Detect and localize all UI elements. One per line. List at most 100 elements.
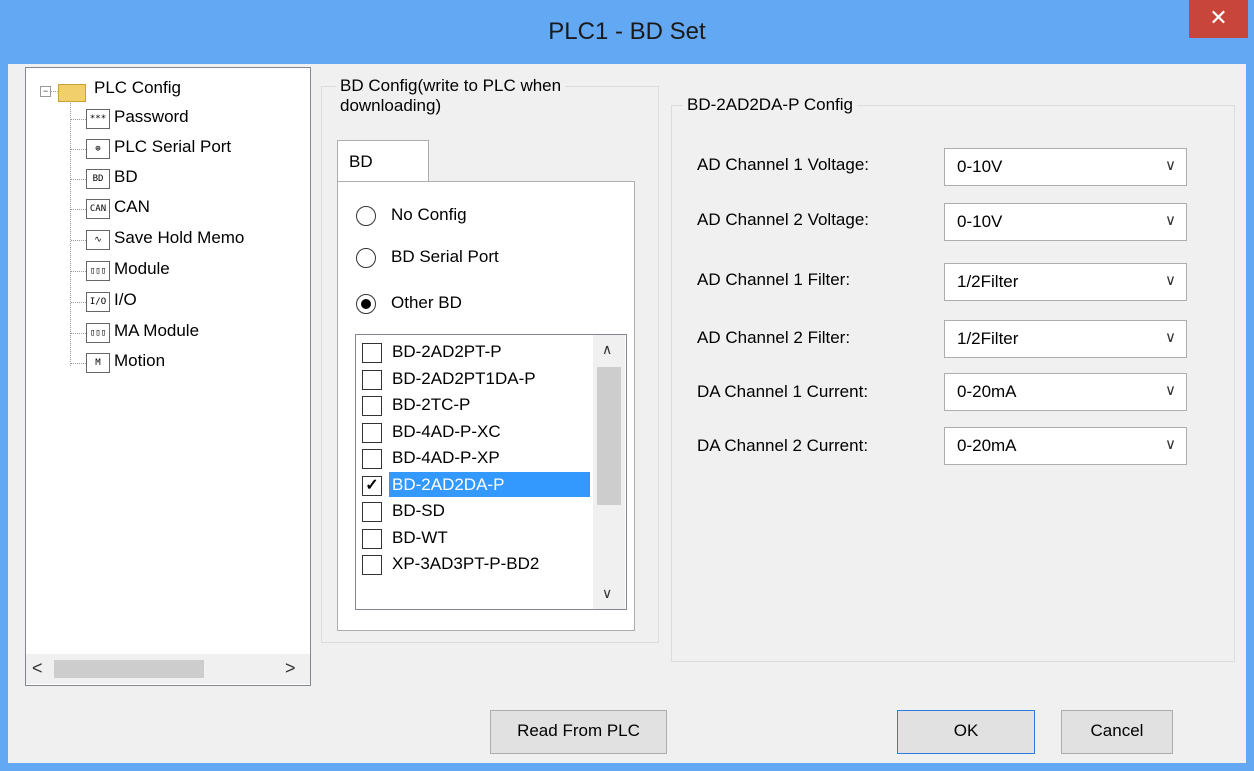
scrollbar-thumb[interactable] [597,367,621,505]
scroll-right-icon[interactable]: > [285,658,296,679]
tree-item[interactable]: ∿ Save Hold Memo [71,225,316,255]
checklist-item[interactable]: BD-2AD2PT-P [359,338,587,365]
close-button[interactable]: ✕ [1189,0,1248,38]
device-config-group-title: BD-2AD2DA-P Config [683,95,857,115]
scroll-up-icon[interactable]: ∧ [602,341,612,358]
tree-connector [70,98,71,366]
save-hold-memo-icon: ∿ [86,230,110,250]
checkbox[interactable] [362,343,382,363]
config-dropdown[interactable]: 0-10V ∨ [944,148,1187,186]
radio-button[interactable] [356,206,376,226]
radio-label: No Config [391,205,467,224]
chevron-down-icon[interactable]: ∨ [1165,156,1176,174]
tree-item-label: Password [114,107,189,126]
bd-type-checklist[interactable]: BD-2AD2PT-P BD-2AD2PT1DA-P BD-2TC-P BD-4AD-… [355,334,627,610]
checklist-item[interactable]: BD-2TC-P [359,391,587,418]
tree-item-label: Save Hold Memo [114,228,245,247]
dropdown-value: 0-20mA [957,382,1017,401]
checkbox[interactable] [362,422,382,443]
tree-item[interactable]: *** Password [71,104,316,134]
config-label: DA Channel 2 Current: [697,436,869,455]
window-border-left [0,64,8,771]
scrollbar-thumb[interactable] [54,660,204,678]
checkbox[interactable] [362,396,382,416]
checklist-item-label: BD-2AD2PT1DA-P [392,368,536,388]
checkbox[interactable] [362,369,382,390]
radio-selected-dot [361,299,371,309]
dropdown-value: 1/2Filter [957,329,1019,348]
checklist-item-label: BD-SD [392,501,445,520]
tree-item-label: BD [114,167,138,186]
checklist-item-label: BD-2AD2PT-P [392,342,502,361]
cancel-button[interactable]: Cancel [1061,710,1173,754]
checklist-item[interactable]: BD-4AD-P-XP [359,444,587,471]
config-label: AD Channel 2 Voltage: [697,210,870,229]
scroll-left-icon[interactable]: < [32,658,43,679]
tree-item-label: Motion [114,351,166,370]
ma-module-icon: ▯▯▯ [86,323,110,343]
checklist-item-label: BD-4AD-P-XP [392,448,500,467]
config-tree[interactable]: − PLC Config *** Password ⊕ PLC Serial Port… [25,67,311,686]
chevron-down-icon[interactable]: ∨ [1165,381,1176,399]
checklist-item[interactable]: BD-WT [359,524,587,551]
can-icon: CAN [86,199,110,219]
radio-label: BD Serial Port [391,247,499,266]
checkbox[interactable] [362,528,382,549]
tree-item[interactable]: BD BD [71,164,316,194]
chevron-down-icon[interactable]: ∨ [1165,435,1176,453]
config-dropdown[interactable]: 1/2Filter ∨ [944,320,1187,358]
dropdown-value: 0-20mA [957,436,1017,455]
chevron-down-icon[interactable]: ∨ [1165,271,1176,289]
tree-root-plc-config[interactable]: − PLC Config [40,78,300,104]
config-label: AD Channel 2 Filter: [697,328,851,347]
tree-item[interactable]: CAN CAN [71,194,316,224]
config-dropdown[interactable]: 0-10V ∨ [944,203,1187,241]
config-dropdown[interactable]: 1/2Filter ∨ [944,263,1187,301]
io-icon: I/O [86,292,110,312]
checkbox[interactable]: ✓ [362,475,382,496]
scroll-down-icon[interactable]: ∨ [602,585,612,602]
read-from-plc-button[interactable]: Read From PLC [490,710,667,754]
checklist-item-label: BD-2AD2DA-P [389,471,590,497]
config-dropdown[interactable]: 0-20mA ∨ [944,373,1187,411]
chevron-down-icon[interactable]: ∨ [1165,211,1176,229]
radio-button[interactable] [356,294,376,314]
config-label: DA Channel 1 Current: [697,382,869,401]
module-icon: ▯▯▯ [86,261,110,281]
checklist-item[interactable]: BD-SD [359,497,587,524]
checklist-item[interactable]: BD-4AD-P-XC [359,418,587,445]
password-icon: *** [86,109,110,129]
checklist-item[interactable]: XP-3AD3PT-P-BD2 [359,550,587,577]
config-label: AD Channel 1 Voltage: [697,155,870,174]
checklist-item[interactable]: BD-2AD2PT1DA-P [359,365,587,392]
tree-item-label: Module [114,259,170,278]
ok-button[interactable]: OK [897,710,1035,754]
tree-item[interactable]: M Motion [71,348,316,378]
tree-item[interactable]: ⊕ PLC Serial Port [71,134,316,164]
chevron-down-icon[interactable]: ∨ [1165,328,1176,346]
checklist-item-label: BD-4AD-P-XC [392,421,501,441]
checklist-item-label: XP-3AD3PT-P-BD2 [392,554,540,573]
serial-port-icon: ⊕ [86,139,110,159]
collapse-icon[interactable]: − [40,86,51,97]
tree-item[interactable]: I/O I/O [71,287,316,317]
checklist-item[interactable]: ✓ BD-2AD2DA-P [359,471,590,498]
checkbox[interactable] [362,555,382,575]
dropdown-value: 0-10V [957,212,1003,231]
tree-item-label: I/O [114,290,137,309]
tree-item[interactable]: ▯▯▯ MA Module [71,318,316,348]
bd-tab-page: No Config BD Serial Port Other BD BD-2AD2P… [337,181,635,631]
tree-item[interactable]: ▯▯▯ Module [71,256,316,286]
checkbox[interactable] [362,449,382,469]
checklist-vertical-scrollbar[interactable]: ∧ ∨ [593,335,625,609]
window-border-right [1246,64,1254,771]
bd-icon: BD [86,169,110,189]
motion-icon: M [86,353,110,373]
checkbox[interactable] [362,502,382,522]
tab-bd[interactable]: BD [337,140,429,183]
radio-button[interactable] [356,248,376,268]
tree-item-label: CAN [114,197,150,216]
dropdown-value: 0-10V [957,157,1003,176]
tree-horizontal-scrollbar[interactable]: < > [26,654,310,684]
config-dropdown[interactable]: 0-20mA ∨ [944,427,1187,465]
